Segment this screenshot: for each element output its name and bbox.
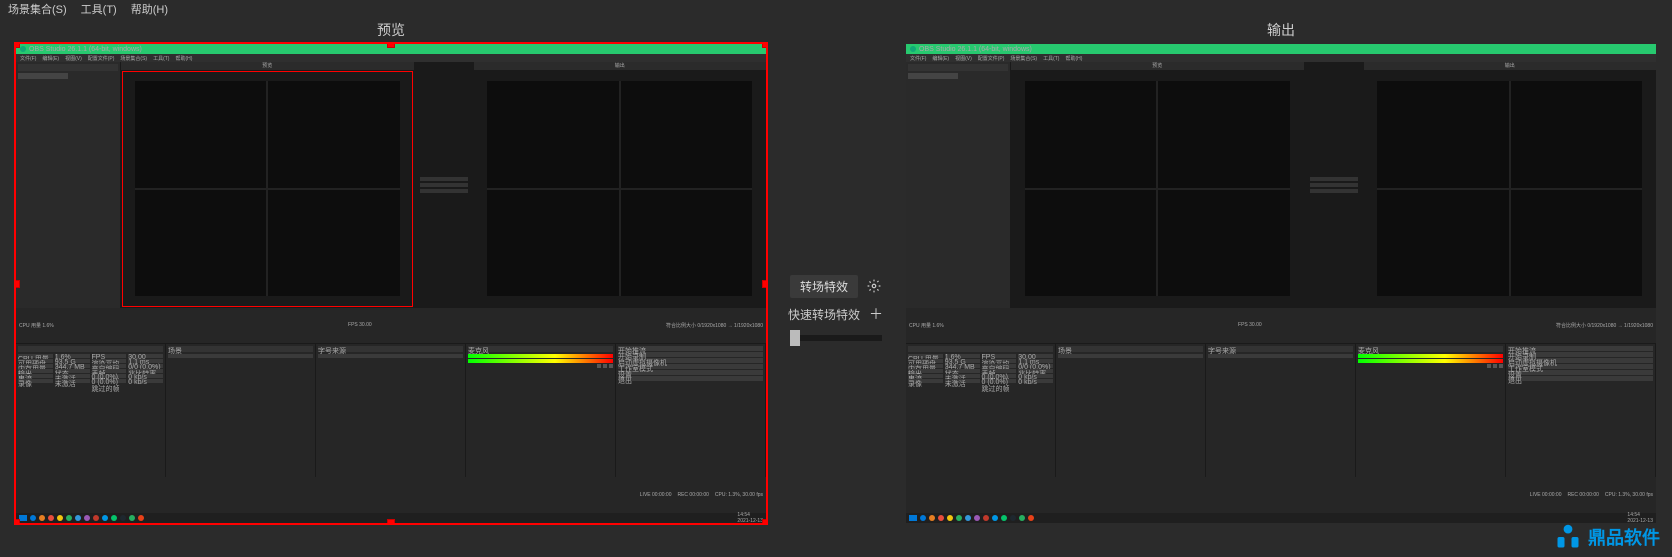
output-pane: 输出 OBS Studio 26.1.1 (64-bit, windows) 文… — [890, 18, 1672, 557]
resize-handle-ml[interactable] — [16, 280, 20, 288]
preview-mini-content: OBS Studio 26.1.1 (64-bit, windows) 文件(F… — [16, 44, 766, 523]
resize-handle-bm[interactable] — [387, 519, 395, 523]
menu-scene-collection[interactable]: 场景集合(S) — [8, 1, 67, 17]
resize-handle-bl[interactable] — [16, 519, 20, 523]
gear-icon[interactable] — [866, 278, 882, 294]
main-menubar: 场景集合(S) 工具(T) 帮助(H) — [0, 0, 1672, 18]
resize-handle-tr[interactable] — [762, 44, 766, 48]
preview-title: 预览 — [0, 18, 782, 40]
main-area: 预览 OBS Studio 26.1.1 (64-bit, windows) 文… — [0, 18, 1672, 557]
quick-transition-label: 快速转场特效 — [788, 306, 860, 323]
output-title: 输出 — [890, 18, 1672, 40]
resize-handle-mr[interactable] — [762, 280, 766, 288]
menu-help[interactable]: 帮助(H) — [131, 1, 168, 17]
resize-handle-br[interactable] — [762, 519, 766, 523]
menu-tools[interactable]: 工具(T) — [81, 1, 117, 17]
output-mini-content: OBS Studio 26.1.1 (64-bit, windows) 文件(F… — [906, 44, 1656, 523]
transition-slider[interactable] — [790, 335, 882, 341]
preview-viewport[interactable]: OBS Studio 26.1.1 (64-bit, windows) 文件(F… — [16, 44, 766, 523]
watermark-icon — [1554, 523, 1582, 551]
output-viewport[interactable]: OBS Studio 26.1.1 (64-bit, windows) 文件(F… — [906, 44, 1656, 523]
plus-icon[interactable]: ＋ — [868, 306, 884, 322]
transition-controls: 转场特效 快速转场特效 ＋ — [782, 18, 890, 557]
resize-handle-tm[interactable] — [387, 44, 395, 48]
watermark-text: 鼎品软件 — [1588, 524, 1660, 550]
slider-thumb[interactable] — [790, 330, 800, 346]
transition-button[interactable]: 转场特效 — [790, 275, 858, 298]
watermark: 鼎品软件 — [1554, 523, 1660, 551]
resize-handle-tl[interactable] — [16, 44, 20, 48]
preview-pane: 预览 OBS Studio 26.1.1 (64-bit, windows) 文… — [0, 18, 782, 557]
